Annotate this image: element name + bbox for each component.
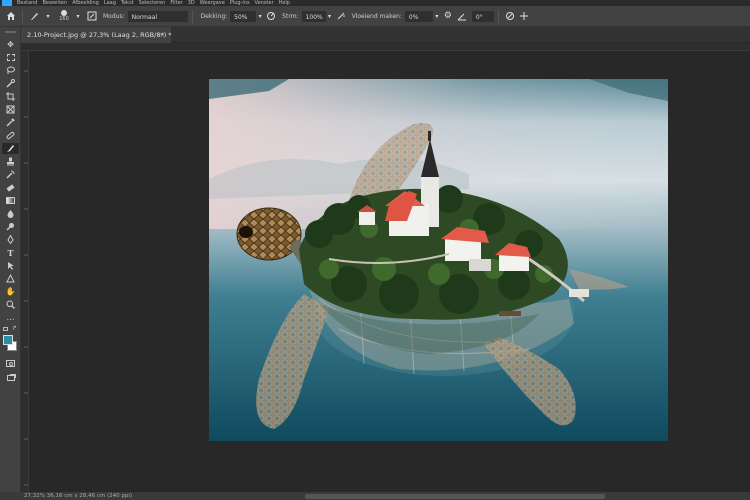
- flow-field[interactable]: 100%: [301, 10, 326, 22]
- type-tool-icon[interactable]: T: [2, 247, 19, 258]
- document-tab[interactable]: 2.10-Project.jpg @ 27,3% (Laag 2, RGB/8*…: [21, 27, 172, 43]
- dodge-tool-icon[interactable]: [2, 221, 19, 232]
- healing-tool-icon[interactable]: [2, 130, 19, 141]
- horizontal-scrollbar[interactable]: [305, 494, 605, 499]
- pressure-size-icon[interactable]: [503, 9, 517, 23]
- marquee-tool-icon[interactable]: [2, 52, 19, 63]
- quick-mask-icon[interactable]: [2, 358, 19, 369]
- screen-mode-icon[interactable]: [2, 372, 19, 383]
- document-tab-title: 2.10-Project.jpg @ 27,3% (Laag 2, RGB/8*…: [27, 31, 172, 39]
- smoothing-field[interactable]: 0%: [404, 10, 433, 22]
- angle-icon: [455, 9, 469, 23]
- mode-label: Modus:: [103, 12, 125, 20]
- airbrush-icon[interactable]: [334, 9, 348, 23]
- eyedropper-tool-icon[interactable]: [2, 117, 19, 128]
- gradient-tool-icon[interactable]: [2, 195, 19, 206]
- brush-preset-icon[interactable]: [27, 9, 41, 23]
- symmetry-icon[interactable]: [517, 9, 531, 23]
- chevron-down-icon[interactable]: ▾: [256, 9, 264, 23]
- panel-grip[interactable]: [5, 31, 16, 33]
- chevron-down-icon[interactable]: ▾: [326, 9, 334, 23]
- brush-tool-icon[interactable]: [2, 143, 19, 154]
- shape-tool-icon[interactable]: [2, 273, 19, 284]
- swap-colors-icon[interactable]: ↱: [12, 325, 17, 332]
- document-canvas[interactable]: [209, 79, 668, 441]
- more-tools-icon[interactable]: …: [2, 312, 19, 323]
- close-icon[interactable]: ×: [160, 27, 165, 43]
- brush-size-picker[interactable]: 160: [57, 10, 71, 22]
- opacity-label: Dekking:: [200, 12, 228, 20]
- quick-select-tool-icon[interactable]: [2, 78, 19, 89]
- status-text: 27,32% 36,16 cm x 28,46 cm (240 ppi): [24, 493, 133, 499]
- hand-tool-icon[interactable]: ✋: [2, 286, 19, 297]
- blur-tool-icon[interactable]: [2, 208, 19, 219]
- pen-tool-icon[interactable]: [2, 234, 19, 245]
- move-tool-icon[interactable]: ✥: [2, 39, 19, 50]
- foreground-color-swatch[interactable]: [3, 335, 13, 345]
- vertical-ruler[interactable]: [21, 51, 29, 492]
- history-brush-tool-icon[interactable]: [2, 169, 19, 180]
- opacity-field[interactable]: 50%: [230, 10, 257, 22]
- tools-panel: ✥ T ✋ … ↱: [0, 27, 21, 500]
- gear-icon[interactable]: ⚙: [441, 9, 455, 23]
- crop-tool-icon[interactable]: [2, 91, 19, 102]
- brush-settings-panel-icon[interactable]: [85, 9, 99, 23]
- eraser-tool-icon[interactable]: [2, 182, 19, 193]
- flow-label: Strm:: [282, 12, 299, 20]
- pressure-opacity-icon[interactable]: [264, 9, 278, 23]
- default-colors-icon[interactable]: [3, 327, 8, 331]
- horizontal-ruler[interactable]: [21, 43, 750, 51]
- chevron-down-icon[interactable]: ▾: [433, 9, 441, 23]
- angle-field[interactable]: 0°: [471, 10, 494, 22]
- smoothing-label: Vloeiend maken:: [351, 12, 402, 20]
- zoom-tool-icon[interactable]: [2, 299, 19, 310]
- chevron-down-icon[interactable]: ▾: [71, 9, 85, 23]
- composite-image: [209, 79, 668, 441]
- options-bar: ▾ 160 ▾ Modus: Normaal Dekking: 50% ▾ St…: [0, 6, 750, 27]
- lasso-tool-icon[interactable]: [2, 65, 19, 76]
- mode-select[interactable]: Normaal: [127, 10, 188, 22]
- chevron-down-icon[interactable]: ▾: [41, 9, 55, 23]
- frame-tool-icon[interactable]: [2, 104, 19, 115]
- home-icon[interactable]: [4, 9, 18, 23]
- stamp-tool-icon[interactable]: [2, 156, 19, 167]
- document-tab-bar: 2.10-Project.jpg @ 27,3% (Laag 2, RGB/8*…: [21, 27, 750, 43]
- path-select-tool-icon[interactable]: [2, 260, 19, 271]
- brush-size-value: 160: [59, 16, 69, 22]
